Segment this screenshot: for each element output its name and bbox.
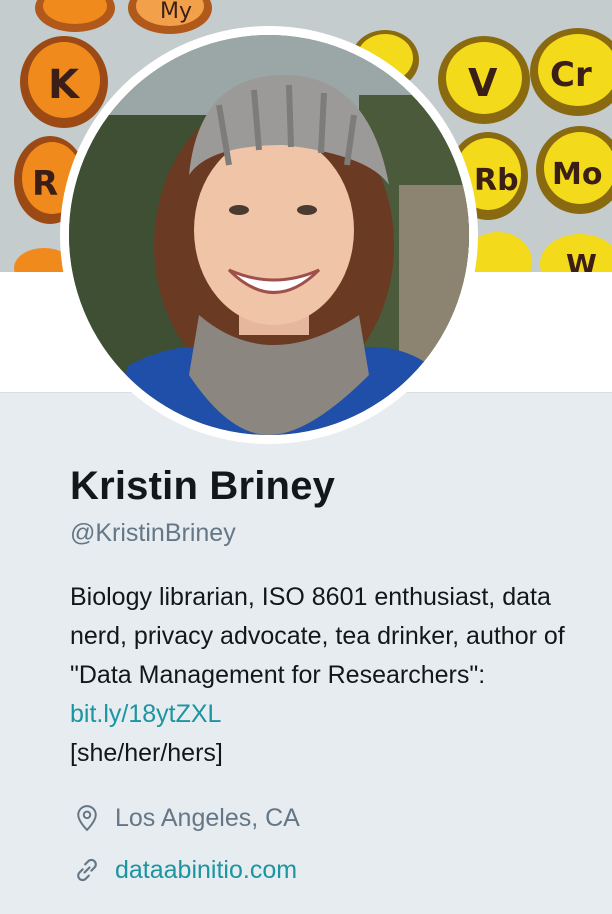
bio-pronouns: [she/her/hers] — [70, 739, 223, 767]
profile-name[interactable]: Kristin Briney — [70, 462, 590, 510]
bio-link[interactable]: bit.ly/18ytZXL — [70, 700, 221, 728]
cupcake-letter: V — [468, 61, 498, 105]
cupcake-letter: R — [32, 164, 58, 204]
avatar-frame[interactable] — [60, 26, 478, 444]
cupcake-k: K — [20, 36, 108, 128]
map-pin-icon — [72, 803, 102, 833]
link-icon — [72, 855, 102, 885]
avatar-image — [69, 35, 469, 435]
profile-bio: Biology librarian, ISO 8601 enthusiast, … — [70, 578, 580, 773]
cupcake-letter: W — [566, 248, 597, 272]
bio-text: Biology librarian, ISO 8601 enthusiast, … — [70, 583, 565, 689]
cupcake-letter: My — [160, 0, 192, 24]
profile-details: Kristin Briney @KristinBriney Biology li… — [70, 462, 590, 885]
cupcake-letter: Cr — [550, 55, 592, 95]
profile-location: Los Angeles, CA — [70, 803, 590, 833]
profile-website: dataabinitio.com — [70, 855, 590, 885]
website-link[interactable]: dataabinitio.com — [115, 855, 297, 885]
cupcake-letter: Mo — [552, 157, 602, 192]
cupcake-letter: Rb — [474, 163, 519, 198]
location-text: Los Angeles, CA — [115, 804, 300, 832]
profile-handle[interactable]: @KristinBriney — [70, 518, 590, 548]
cupcake-letter: K — [48, 62, 81, 108]
cupcake-v: V — [438, 36, 530, 124]
avatar[interactable] — [69, 35, 469, 435]
